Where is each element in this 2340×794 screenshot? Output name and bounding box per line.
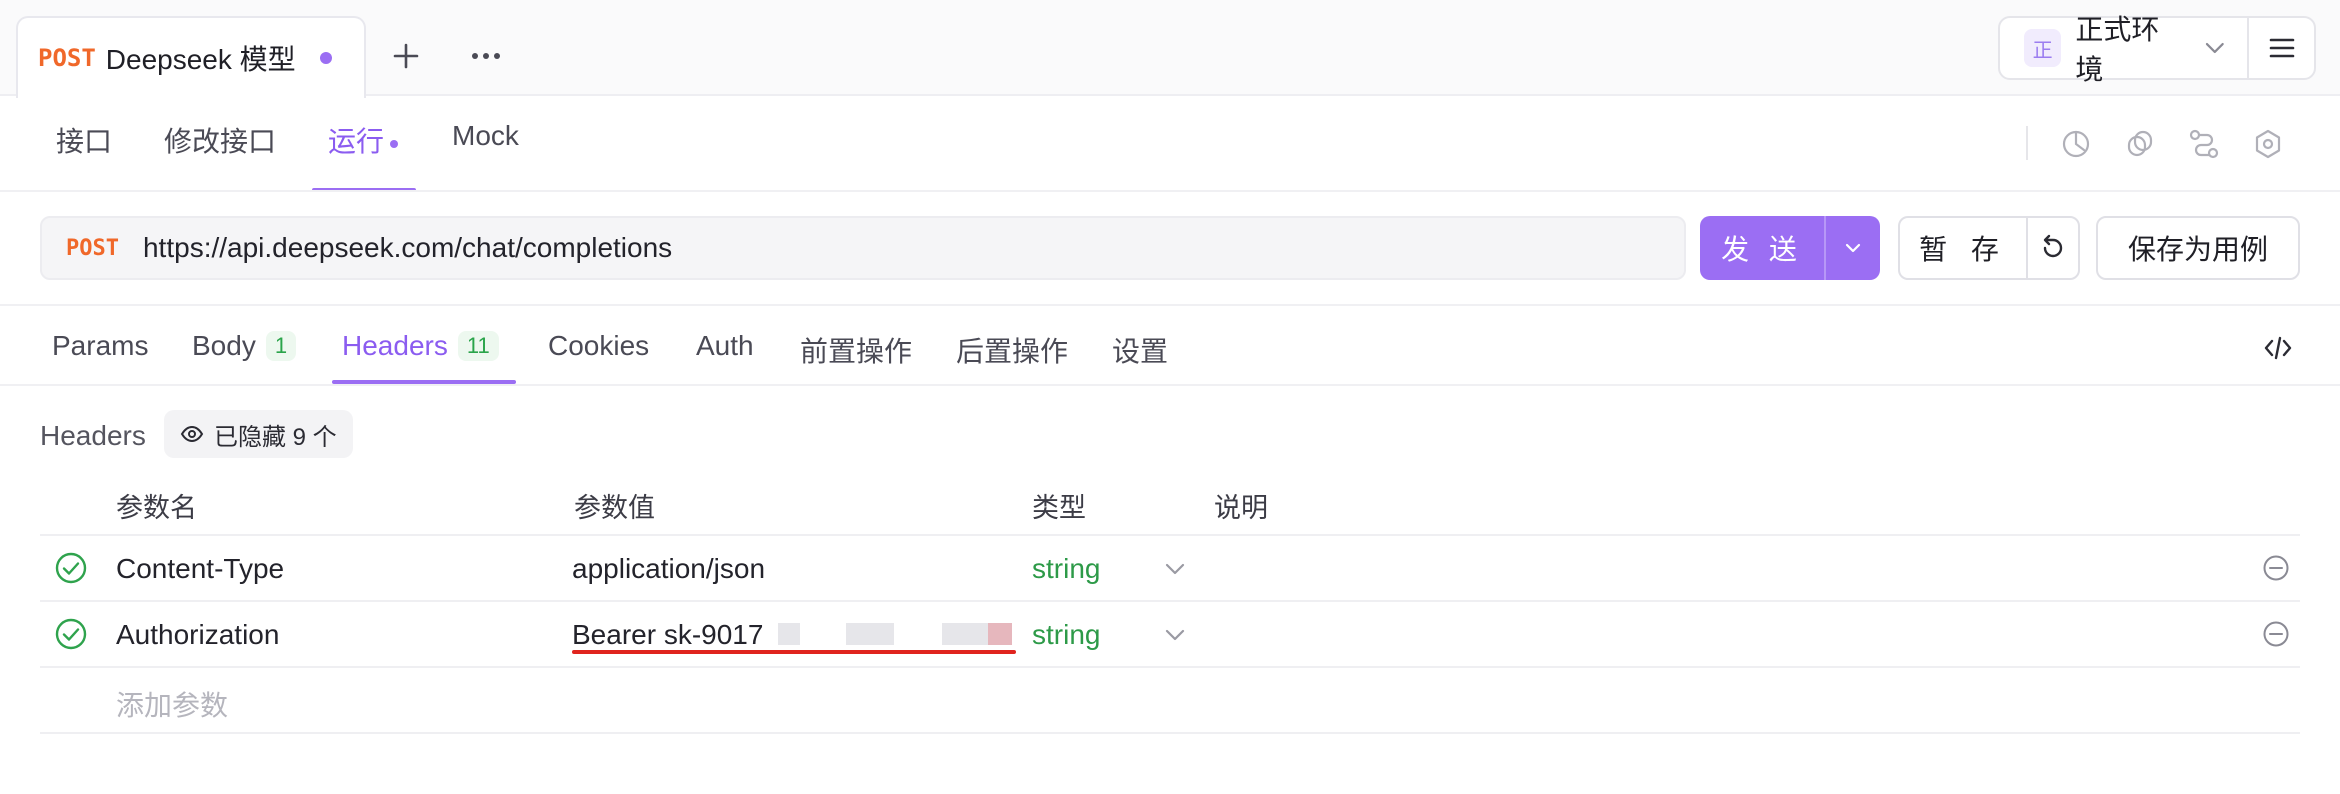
tab-title: Deepseek 模型 xyxy=(105,44,296,75)
headers-title: Headers xyxy=(40,420,146,451)
table-row-divider xyxy=(40,732,2300,734)
col-param-value: 参数值 xyxy=(574,493,655,523)
new-tab-button[interactable] xyxy=(378,28,434,84)
unsaved-dot-icon xyxy=(319,52,332,64)
tab-post-operations[interactable]: 后置操作 xyxy=(956,330,1068,370)
nav-tab-mock[interactable]: Mock xyxy=(452,120,519,152)
tool-share-button[interactable] xyxy=(2120,124,2160,164)
hexagon-settings-icon xyxy=(2255,129,2281,159)
send-options-button[interactable] xyxy=(1826,216,1880,280)
hidden-headers-toggle[interactable]: 已隐藏 9 个 xyxy=(164,410,353,458)
draft-button-group: 暂 存 xyxy=(1898,216,2080,280)
subtab-divider xyxy=(0,384,2340,386)
check-circle-icon[interactable] xyxy=(54,551,88,585)
redacted-block xyxy=(778,623,800,645)
flow-icon xyxy=(2189,129,2219,159)
undo-icon xyxy=(2043,234,2063,258)
tool-status-button[interactable] xyxy=(2056,124,2096,164)
tab-auth[interactable]: Auth xyxy=(696,330,754,362)
url-input[interactable]: https://api.deepseek.com/chat/completion… xyxy=(143,232,672,264)
toolbar-separator xyxy=(2026,126,2028,160)
chevron-down-icon[interactable] xyxy=(1164,628,1186,642)
redacted-block xyxy=(942,623,988,645)
tab-body[interactable]: Body 1 xyxy=(192,330,297,362)
menu-button[interactable] xyxy=(2249,16,2314,80)
url-method-label[interactable]: POST xyxy=(66,236,119,261)
remove-row-icon[interactable] xyxy=(2262,620,2290,648)
more-tabs-button[interactable] xyxy=(458,28,514,84)
run-dot-icon xyxy=(390,139,399,148)
eye-icon xyxy=(180,425,204,443)
send-button-group: 发 送 xyxy=(1700,216,1880,280)
type-select[interactable]: string xyxy=(1032,553,1100,585)
code-view-button[interactable] xyxy=(2258,328,2298,368)
tool-settings-button[interactable] xyxy=(2248,124,2288,164)
code-icon xyxy=(2264,336,2292,360)
reset-button[interactable] xyxy=(2028,218,2078,278)
plus-icon xyxy=(393,43,419,69)
tab-body-label: Body xyxy=(192,330,256,361)
request-tab[interactable]: POST Deepseek 模型 xyxy=(16,16,366,98)
layers-icon xyxy=(2127,130,2153,157)
tab-headers[interactable]: Headers 11 xyxy=(342,330,499,362)
col-type: 类型 xyxy=(1032,493,1086,523)
chevron-down-icon xyxy=(1845,243,1861,253)
check-circle-icon[interactable] xyxy=(54,617,88,651)
tab-headers-label: Headers xyxy=(342,330,448,361)
tab-method-label: POST xyxy=(38,44,96,72)
save-as-case-button[interactable]: 保存为用例 xyxy=(2096,216,2300,280)
headers-count-badge: 11 xyxy=(457,331,499,361)
header-value-cell[interactable]: application/json xyxy=(572,553,765,585)
nav-tab-edit-api[interactable]: 修改接口 xyxy=(164,120,276,160)
tab-params[interactable]: Params xyxy=(52,330,148,362)
tool-flow-button[interactable] xyxy=(2184,124,2224,164)
tab-pre-operations[interactable]: 前置操作 xyxy=(800,330,912,370)
nav-tab-api[interactable]: 接口 xyxy=(56,120,112,160)
red-underline-annotation xyxy=(572,650,1016,654)
nav-tab-run[interactable]: 运行 xyxy=(328,120,399,160)
env-badge: 正 xyxy=(2024,29,2062,67)
draft-button[interactable]: 暂 存 xyxy=(1900,218,2026,278)
chevron-down-icon[interactable] xyxy=(1164,562,1186,576)
hidden-headers-label: 已隐藏 9 个 xyxy=(214,423,337,451)
send-button[interactable]: 发 送 xyxy=(1700,216,1824,280)
remove-row-icon[interactable] xyxy=(2262,554,2290,582)
gauge-check-icon xyxy=(2062,130,2090,158)
header-name-cell[interactable]: Authorization xyxy=(116,619,279,651)
chevron-down-icon xyxy=(2205,42,2224,54)
url-bar[interactable]: POST https://api.deepseek.com/chat/compl… xyxy=(40,216,1686,280)
redacted-block xyxy=(846,623,894,645)
hamburger-menu-icon xyxy=(2269,38,2294,58)
redacted-block xyxy=(988,623,1012,645)
nav-divider xyxy=(0,190,2340,192)
environment-selector[interactable]: 正 正式环境 xyxy=(1998,14,2316,85)
tab-settings[interactable]: 设置 xyxy=(1112,330,1168,370)
header-value-cell[interactable]: Bearer sk-9017 xyxy=(572,619,763,651)
header-name-cell[interactable]: Content-Type xyxy=(116,553,284,585)
col-param-name: 参数名 xyxy=(116,493,197,523)
add-param-input[interactable]: 添加参数 xyxy=(116,684,228,724)
table-row-divider xyxy=(40,666,2300,668)
table-divider xyxy=(40,534,2300,536)
table-row-divider xyxy=(40,600,2300,602)
tab-cookies[interactable]: Cookies xyxy=(548,330,649,362)
col-description: 说明 xyxy=(1214,493,1268,523)
env-label: 正式环境 xyxy=(2075,14,2160,85)
more-horizontal-icon xyxy=(472,53,500,59)
body-count-badge: 1 xyxy=(265,331,297,361)
type-select[interactable]: string xyxy=(1032,619,1100,651)
nav-tab-run-label: 运行 xyxy=(328,126,385,157)
section-divider xyxy=(0,304,2340,306)
